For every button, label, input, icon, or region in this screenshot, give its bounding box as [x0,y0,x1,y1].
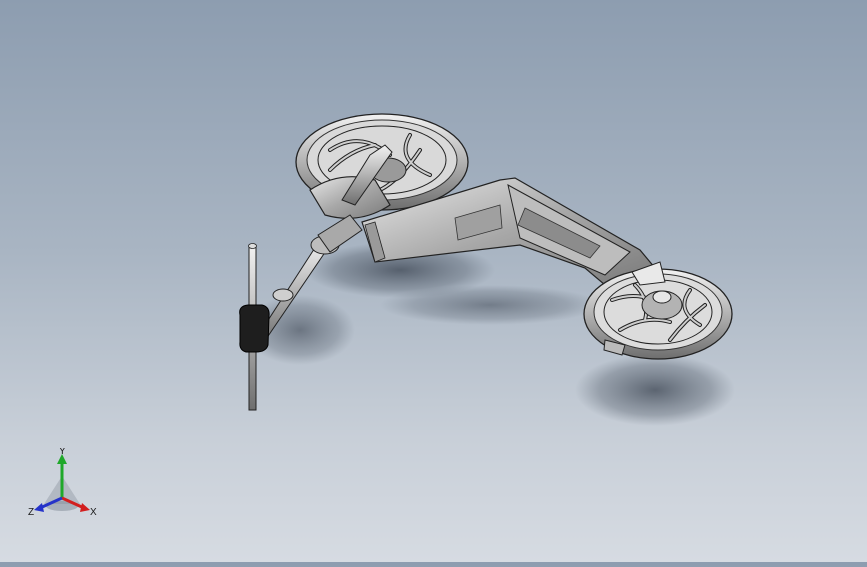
3d-viewport[interactable]: Y X Z [0,0,867,562]
y-axis-label: Y [59,448,66,457]
handlebar[interactable] [239,243,270,411]
axis-triad: Y X Z [22,446,108,528]
scooter-model[interactable] [0,0,867,562]
z-axis-arrow [34,503,44,512]
z-axis-label: Z [28,507,34,518]
x-axis-arrow [80,503,90,512]
handlebar-grip[interactable] [239,304,270,353]
x-axis-label: X [90,507,97,518]
